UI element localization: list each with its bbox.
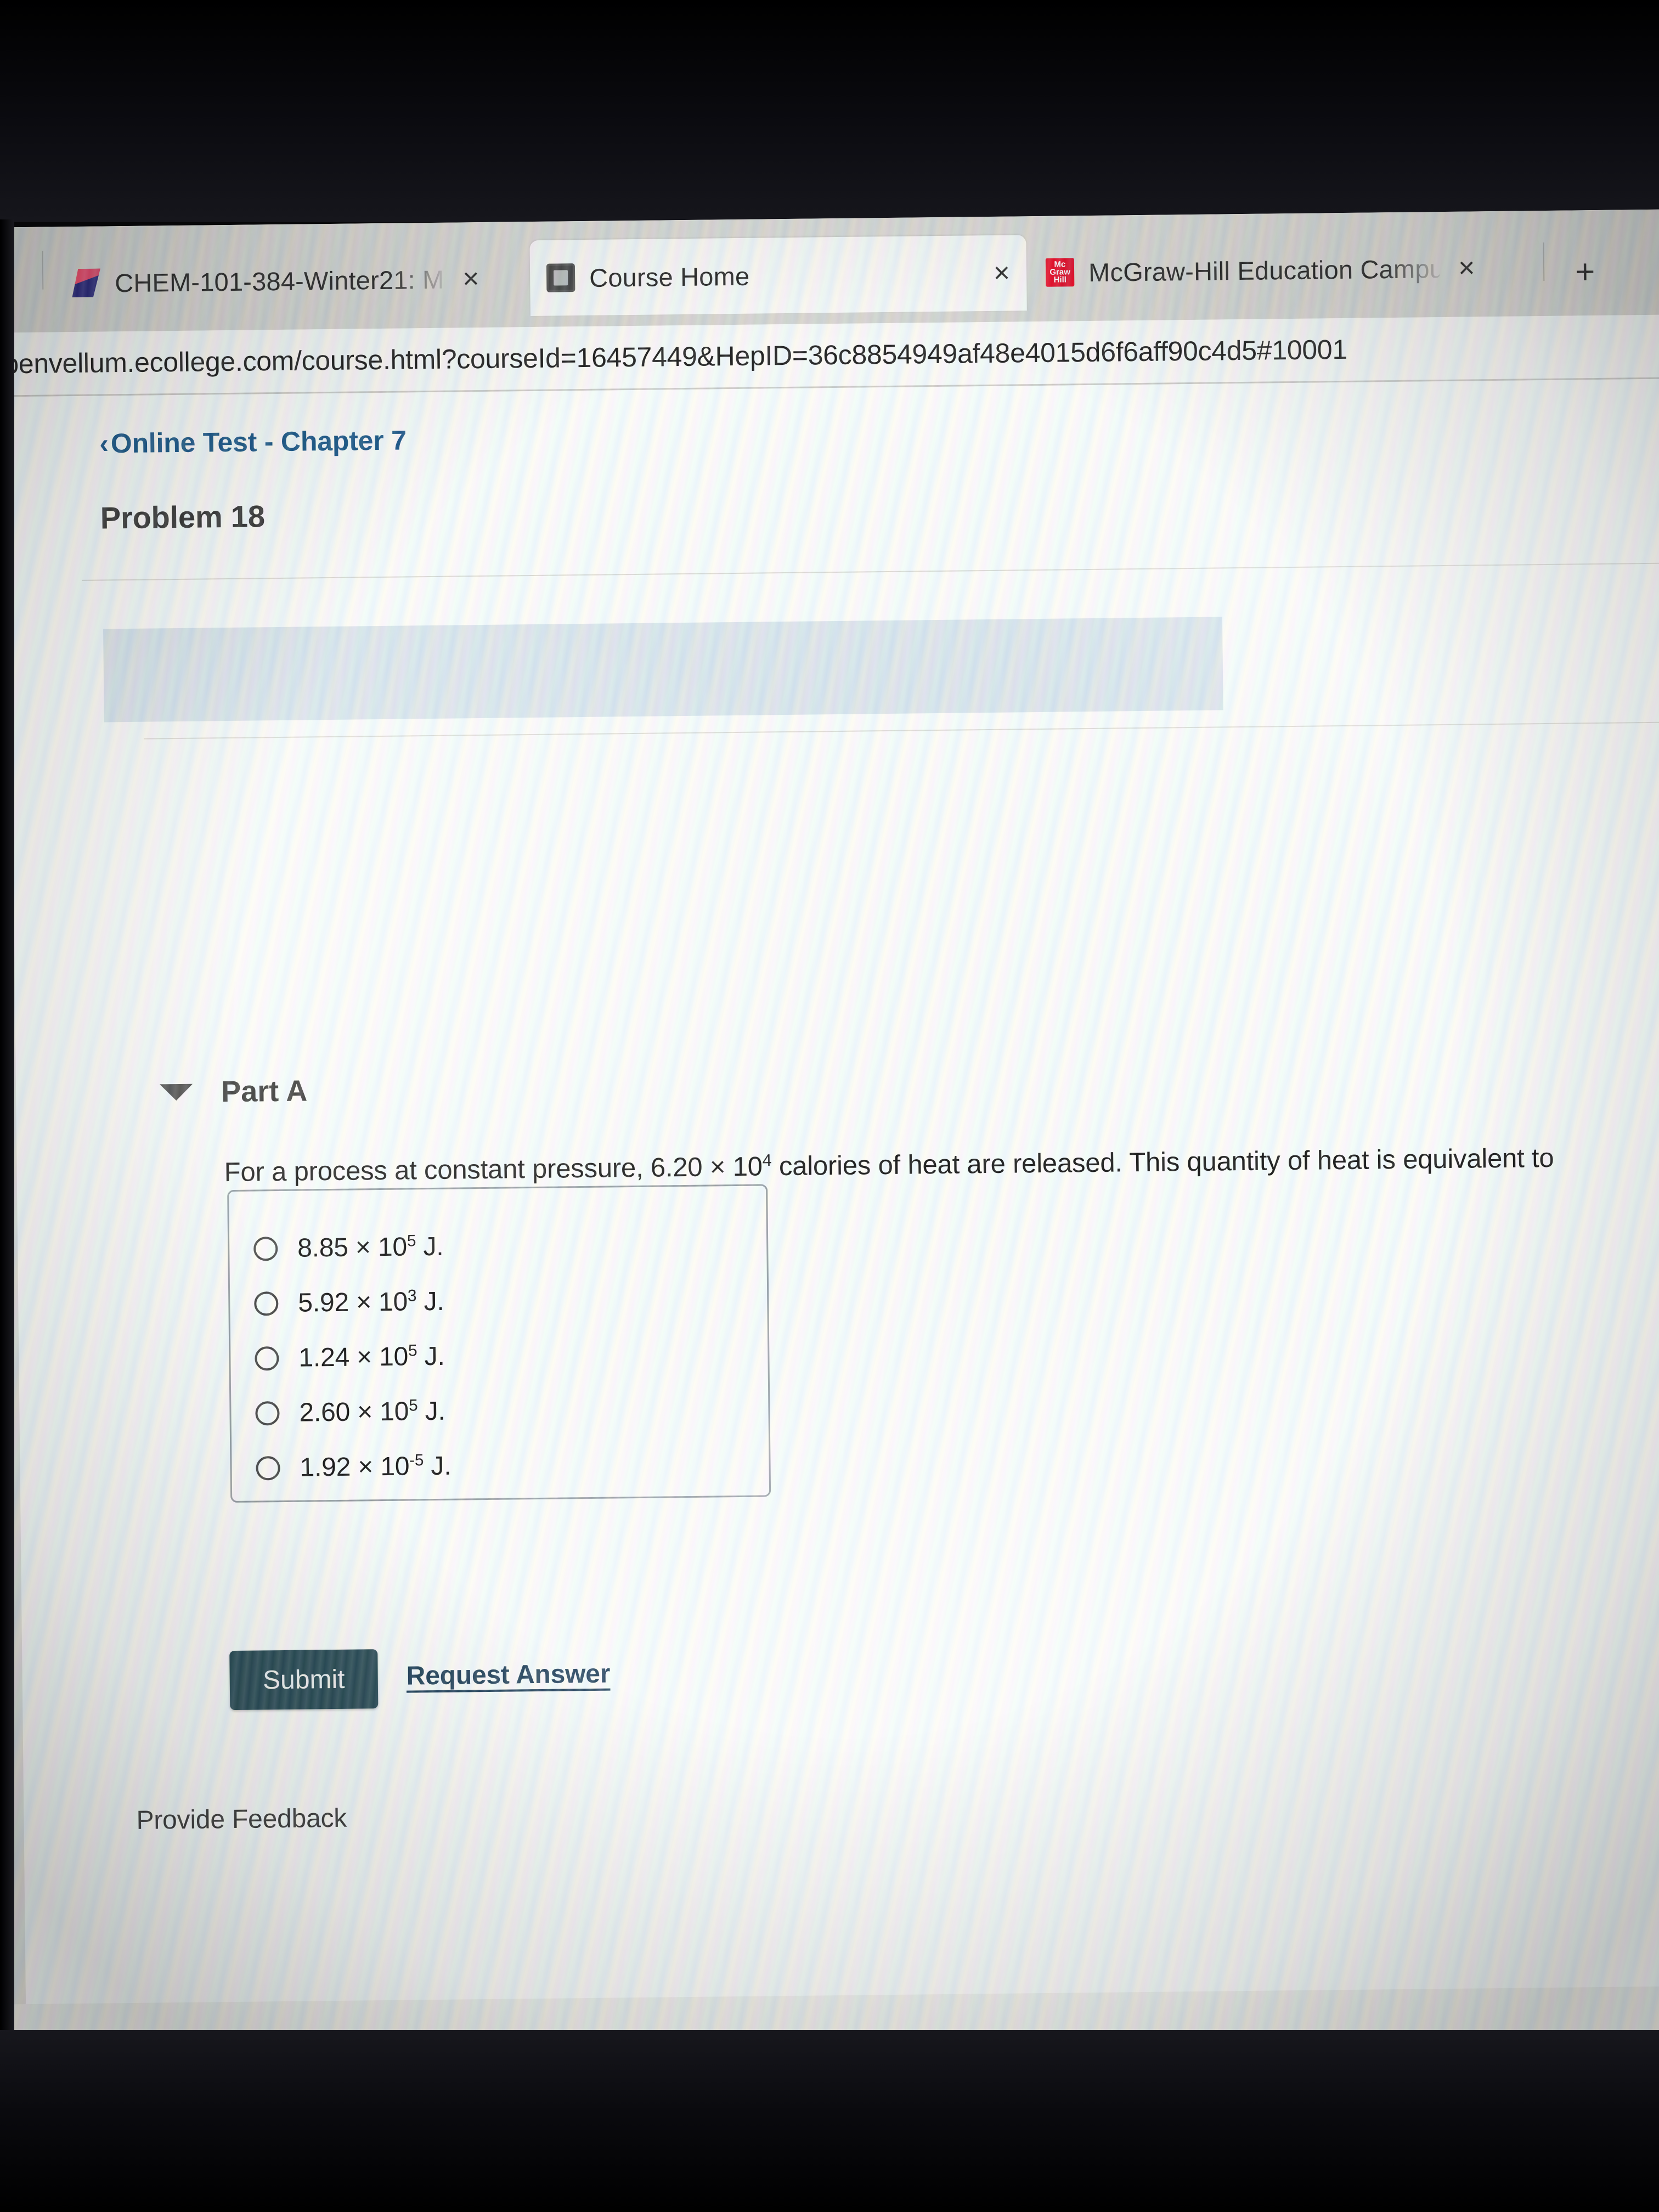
part-a-label: Part A — [221, 1074, 308, 1109]
answer-option-label: 2.60 × 105 J. — [299, 1396, 445, 1428]
radio-button-icon[interactable] — [255, 1401, 280, 1426]
radio-button-icon[interactable] — [256, 1455, 280, 1481]
new-tab-icon[interactable]: + — [1575, 253, 1595, 291]
option-unit: J. — [416, 1286, 444, 1317]
option-mantissa: 2.60 × 10 — [299, 1397, 409, 1427]
option-unit: J. — [417, 1396, 445, 1426]
browser-tab-course-home[interactable]: Course Home × — [529, 235, 1027, 316]
request-answer-link[interactable]: Request Answer — [406, 1659, 610, 1691]
option-mantissa: 5.92 × 10 — [298, 1287, 408, 1318]
radio-button-icon[interactable] — [253, 1236, 278, 1261]
question-exponent: 4 — [762, 1151, 772, 1170]
option-exponent: 5 — [408, 1341, 417, 1360]
chevron-left-icon: ‹ — [99, 428, 109, 459]
option-mantissa: 8.85 × 10 — [297, 1232, 408, 1263]
divider-mid — [144, 721, 1659, 740]
answer-option-2[interactable]: 1.24 × 105 J. — [255, 1341, 445, 1374]
provide-feedback-link[interactable]: Provide Feedback — [136, 1803, 347, 1836]
tab-title: CHEM-101-384-Winter21: MyL — [114, 264, 444, 297]
browser-tab-chem101[interactable]: CHEM-101-384-Winter21: MyL × — [55, 240, 527, 321]
laptop-screen-photo: × CHEM-101-384-Winter21: MyL × Course Ho… — [0, 0, 1659, 2212]
option-unit: J. — [424, 1451, 452, 1481]
page-title: Problem 18 — [100, 499, 266, 535]
option-exponent: 5 — [407, 1232, 416, 1250]
option-mantissa: 1.92 × 10 — [300, 1452, 410, 1482]
answer-option-4[interactable]: 1.92 × 10-5 J. — [256, 1451, 452, 1483]
mcgraw-hill-icon: Mc Graw Hill — [1045, 258, 1075, 287]
breadcrumb-label: Online Test - Chapter 7 — [110, 425, 407, 459]
question-text-before: For a process at constant pressure, 6.20… — [224, 1152, 763, 1188]
close-icon[interactable]: × — [1458, 252, 1475, 284]
answer-option-1[interactable]: 5.92 × 103 J. — [254, 1286, 444, 1319]
mcgraw-hill-icon-line3: Hill — [1053, 275, 1066, 285]
screen-bezel-bottom — [0, 2030, 1659, 2212]
tab-divider-1 — [1543, 242, 1545, 281]
option-exponent: 5 — [408, 1396, 418, 1415]
screen-bezel-left — [0, 219, 14, 2035]
answer-option-label: 1.24 × 105 J. — [298, 1341, 445, 1373]
book-icon — [546, 263, 575, 292]
browser-chrome: × CHEM-101-384-Winter21: MyL × Course Ho… — [0, 209, 1659, 333]
page-content: ‹Online Test - Chapter 7 Problem 18 Part… — [8, 379, 1659, 2005]
caret-down-icon[interactable] — [160, 1084, 193, 1101]
option-exponent: -5 — [409, 1451, 424, 1470]
screen-bezel-top — [0, 0, 1659, 222]
answer-option-label: 8.85 × 105 J. — [297, 1232, 444, 1263]
tab-title: McGraw-Hill Education Campu — [1088, 253, 1440, 287]
question-text: For a process at constant pressure, 6.20… — [224, 1139, 1579, 1190]
option-unit: J. — [417, 1341, 445, 1372]
submit-button[interactable]: Submit — [229, 1649, 379, 1711]
question-text-after: calories of heat are released. This quan… — [771, 1143, 1554, 1182]
divider-top — [82, 562, 1659, 581]
radio-button-icon[interactable] — [254, 1291, 279, 1316]
radio-button-icon[interactable] — [255, 1346, 279, 1371]
url-text: openvellum.ecollege.com/course.html?cour… — [0, 334, 1348, 380]
part-a-header[interactable]: Part A — [160, 1074, 308, 1109]
answer-option-label: 1.92 × 10-5 J. — [300, 1451, 451, 1483]
answer-option-3[interactable]: 2.60 × 105 J. — [255, 1396, 445, 1429]
browser-window: × CHEM-101-384-Winter21: MyL × Course Ho… — [0, 209, 1659, 2049]
mylab-icon — [72, 268, 101, 297]
info-banner — [103, 617, 1223, 723]
breadcrumb[interactable]: ‹Online Test - Chapter 7 — [99, 424, 407, 459]
tab-strip: CHEM-101-384-Winter21: MyL × Course Home… — [0, 222, 1659, 323]
answer-option-0[interactable]: 8.85 × 105 J. — [253, 1232, 444, 1264]
answer-option-label: 5.92 × 103 J. — [298, 1286, 444, 1318]
close-icon[interactable]: × — [462, 263, 479, 295]
browser-tab-mcgraw-hill[interactable]: Mc Graw Hill McGraw-Hill Education Campu… — [1029, 229, 1534, 311]
option-mantissa: 1.24 × 10 — [298, 1342, 409, 1373]
tab-title: Course Home — [589, 261, 750, 292]
close-icon[interactable]: × — [993, 257, 1010, 289]
option-exponent: 3 — [407, 1286, 417, 1305]
option-unit: J. — [416, 1232, 444, 1262]
